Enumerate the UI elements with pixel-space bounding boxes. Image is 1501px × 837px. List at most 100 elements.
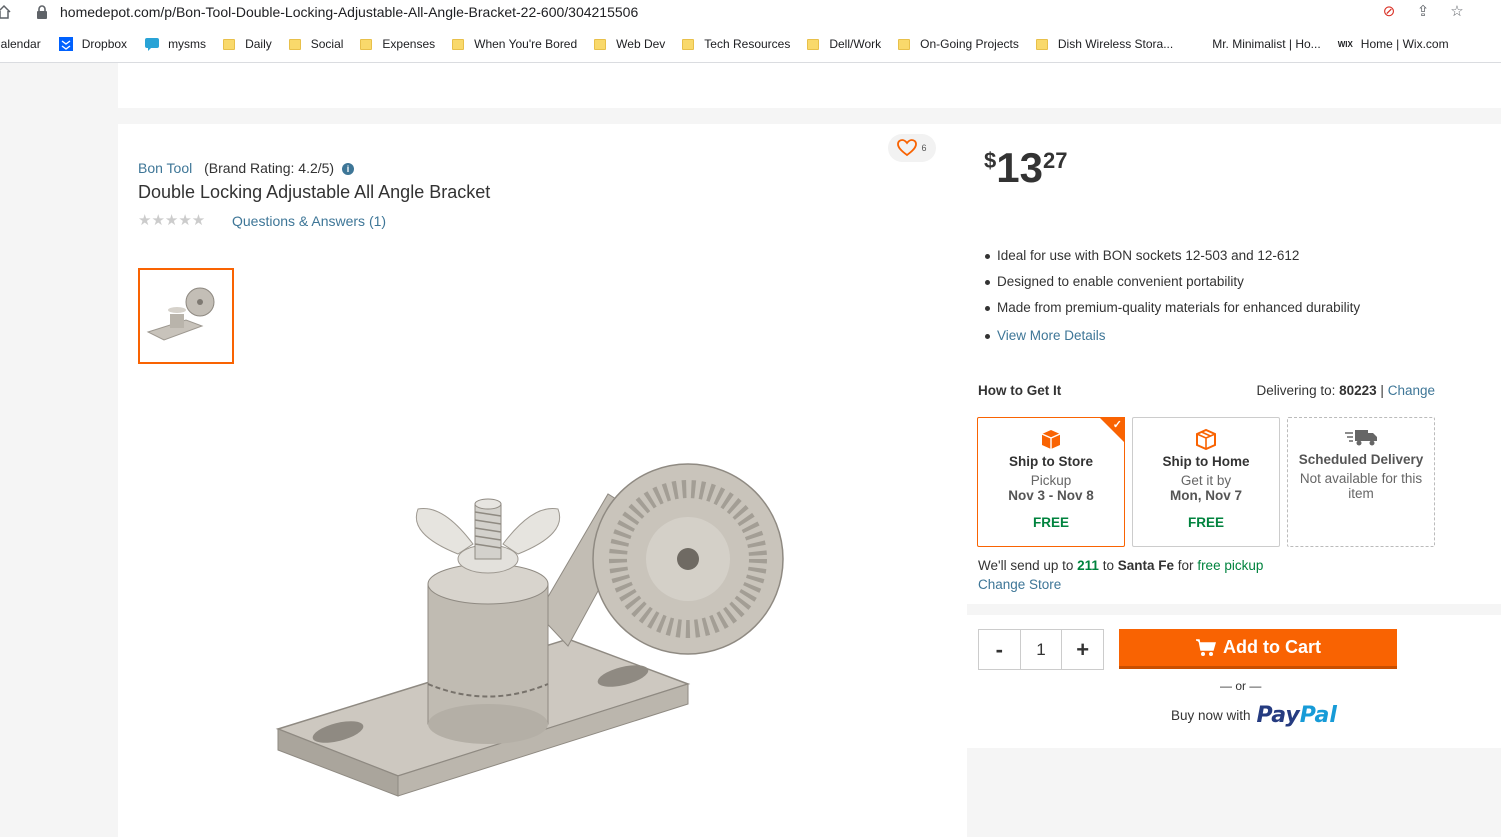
paypal-logo: PayPal [1256,703,1337,728]
add-to-cart-button[interactable]: Add to Cart [1119,629,1397,669]
delivery-separator: | [1380,383,1384,398]
bookmark-calendar[interactable]: Calendar [0,37,41,51]
ship-to-store-option[interactable]: ✓ Ship to Store Pickup Nov 3 - Nov 8 FRE… [977,417,1125,547]
price: $1327 [984,144,1067,192]
folder-icon [360,38,373,50]
delivery-truck-icon [1288,426,1434,448]
folder-icon [452,38,465,50]
bookmark-dish-wireless[interactable]: Dish Wireless Stora... [1035,37,1173,51]
folder-icon [1035,38,1048,50]
bookmark-expenses[interactable]: Expenses [360,37,435,51]
quantity-plus-button[interactable]: + [1062,630,1103,669]
blocked-icon[interactable]: ⊘ [1381,4,1397,20]
option-line1: Pickup [1030,473,1072,488]
bookmarks-bar: Calendar Dropbox mysms Daily Social Expe… [0,30,1493,58]
folder-icon [898,38,911,50]
share-icon[interactable]: ⇪ [1415,4,1431,20]
delivering-label: Delivering to: [1256,383,1336,398]
questions-answers-link[interactable]: Questions & Answers (1) [232,213,386,229]
option-date: Nov 3 - Nov 8 [1008,488,1094,503]
price-cents: 27 [1042,148,1068,173]
send-for: for [1177,558,1194,573]
brand-rating: (Brand Rating: 4.2/5) [204,160,335,176]
option-date: Mon, Nov 7 [1169,488,1242,503]
option-title: Scheduled Delivery [1298,452,1424,467]
quantity-stepper: - 1 + [978,629,1104,670]
bookmark-social[interactable]: Social [288,37,343,51]
add-to-cart-card: - 1 + Add to Cart — or — Buy now with Pa… [967,615,1501,748]
page-background: Bon Tool (Brand Rating: 4.2/5) i Double … [0,63,1501,837]
address-bar: homedepot.com/p/Bon-Tool-Double-Locking-… [0,0,1501,26]
folder-icon [682,38,695,50]
wix-icon: WIX [1337,39,1353,49]
free-pickup-text: free pickup [1197,558,1264,573]
price-currency: $ [984,148,997,173]
highlight-item: Ideal for use with BON sockets 12-503 an… [984,248,1360,274]
url-text[interactable]: homedepot.com/p/Bon-Tool-Double-Locking-… [60,4,638,20]
bookmark-label: Daily [245,37,272,51]
bookmark-when-youre-bored[interactable]: When You're Bored [452,37,577,51]
bookmark-tech-resources[interactable]: Tech Resources [682,37,790,51]
dropbox-icon [58,37,73,51]
bookmark-dropbox[interactable]: Dropbox [58,37,127,51]
view-more-details-link[interactable]: View More Details [984,328,1360,354]
bookmark-web-dev[interactable]: Web Dev [594,37,665,51]
store-name: Santa Fe [1117,558,1175,573]
bookmark-wix[interactable]: WIX Home | Wix.com [1338,37,1449,51]
bookmark-label: On-Going Projects [920,37,1019,51]
product-media-card: Bon Tool (Brand Rating: 4.2/5) i Double … [118,124,967,837]
change-store-link[interactable]: Change Store [978,577,1061,592]
folder-icon [807,38,820,50]
option-title: Ship to Home [1162,454,1250,469]
cart-icon [1196,638,1216,656]
home-icon[interactable] [0,4,12,20]
brand-link[interactable]: Bon Tool [138,160,192,176]
bookmark-label: Home | Wix.com [1360,37,1449,51]
option-price: FREE [1187,515,1224,530]
brand-line: Bon Tool (Brand Rating: 4.2/5) i [138,160,354,176]
paypal-button[interactable]: Buy now with PayPal [1171,703,1337,728]
bookmark-label: Calendar [0,37,41,51]
favorite-count: 6 [921,143,927,153]
product-main-image[interactable] [268,384,788,824]
option-line1: Not available for this item [1299,471,1423,501]
highlight-item: Designed to enable convenient portabilit… [984,274,1360,300]
address-bar-actions: ⊘ ⇪ ☆ [1381,4,1465,20]
rating-stars[interactable]: ★★★★★ [138,211,205,229]
bracket-image [275,463,784,797]
bookmark-daily[interactable]: Daily [223,37,272,51]
option-title: Ship to Store [1009,454,1093,469]
ship-to-home-option[interactable]: Ship to Home Get it by Mon, Nov 7 FREE [1132,417,1280,547]
how-to-get-it-heading: How to Get It [978,383,1062,398]
scheduled-delivery-option: Scheduled Delivery Not available for thi… [1287,417,1435,547]
send-count: 211 [1077,558,1099,573]
lock-icon[interactable] [36,5,48,19]
bookmark-label: Expenses [382,37,436,51]
buy-box-card: $1327 Ideal for use with BON sockets 12-… [967,124,1501,604]
heart-icon [897,139,918,157]
quantity-minus-button[interactable]: - [979,630,1020,669]
price-dollars: 13 [996,144,1043,191]
info-icon[interactable]: i [341,163,354,176]
bookmark-label: mysms [168,37,207,51]
bookmark-mysms[interactable]: mysms [144,37,206,51]
highlight-item: Made from premium-quality materials for … [984,300,1360,326]
bookmark-dell-work[interactable]: Dell/Work [807,37,881,51]
add-to-cart-label: Add to Cart [1223,637,1321,657]
bookmark-label: Mr. Minimalist | Ho... [1212,37,1321,51]
favorite-button[interactable]: 6 [888,134,936,162]
quantity-input[interactable]: 1 [1019,630,1063,669]
star-icon[interactable]: ☆ [1449,4,1465,20]
option-line1: Get it by [1180,473,1232,488]
delivering-to: Delivering to: 80223 | Change [1257,383,1435,398]
product-thumbnail[interactable] [138,268,234,364]
bookmark-ongoing-projects[interactable]: On-Going Projects [898,37,1019,51]
delivery-zip: 80223 [1339,383,1377,398]
bookmark-mr-minimalist[interactable]: Mr. Minimalist | Ho... [1212,37,1320,51]
change-zip-link[interactable]: Change [1388,383,1435,398]
bookmark-label: Dropbox [81,37,128,51]
bookmark-label: When You're Bored [474,37,578,51]
product-highlights: Ideal for use with BON sockets 12-503 an… [984,248,1360,354]
header-card [118,63,1501,108]
store-send-message: We'll send up to 211 to Santa Fe for fre… [978,558,1263,573]
